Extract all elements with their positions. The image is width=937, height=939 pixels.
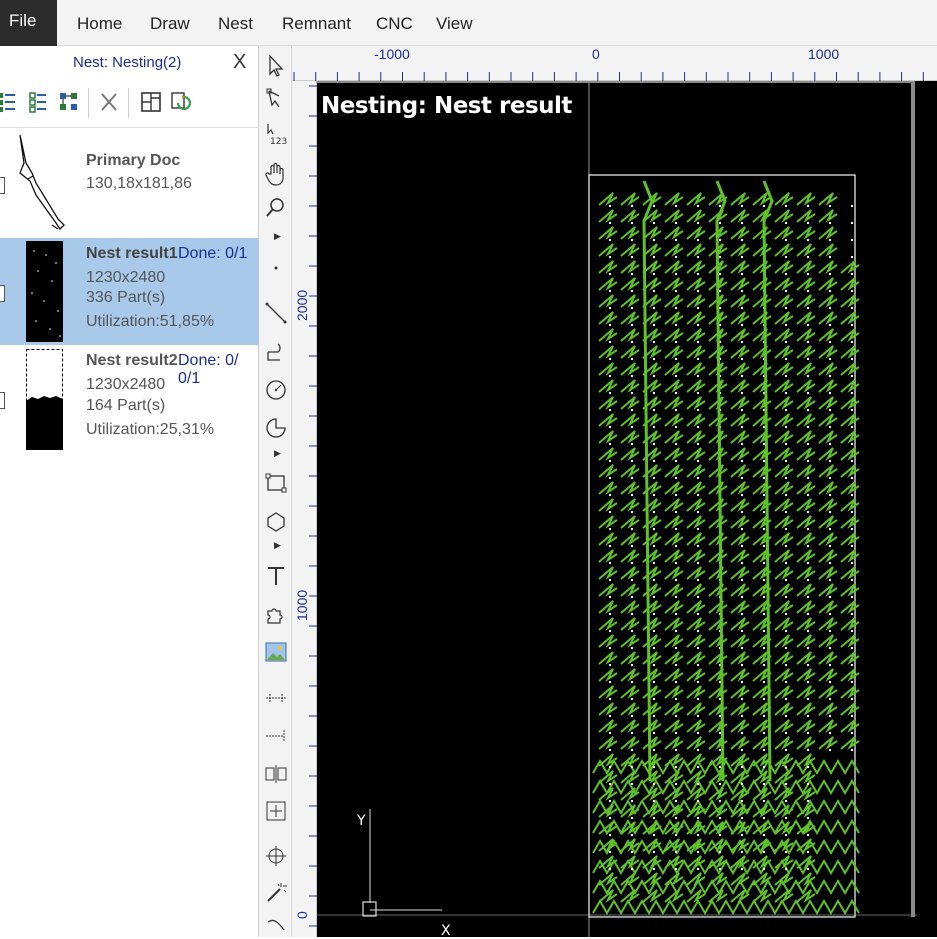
numbering-icon[interactable]: 123: [264, 122, 288, 146]
layout-icon[interactable]: [139, 90, 163, 114]
curve-tool-icon[interactable]: [264, 914, 288, 938]
doc-size: 130,18x181,86: [86, 175, 192, 192]
primary-doc-thumbnail: [19, 134, 65, 231]
doc-parts: 164 Part(s): [86, 397, 166, 414]
array-icon[interactable]: [264, 844, 288, 868]
ruler-label: 0: [592, 46, 600, 62]
doc-checkbox[interactable]: [0, 392, 5, 409]
nest-result1-thumbnail: [26, 241, 63, 342]
doc-checkbox[interactable]: [0, 177, 5, 194]
part-outlines: [592, 192, 860, 915]
list-view-icon[interactable]: [0, 90, 18, 114]
doc-utilization: Utilization:25,31%: [86, 421, 215, 438]
menu-cnc[interactable]: CNC: [376, 14, 413, 34]
panel-title: Nest: Nesting(2): [73, 54, 182, 71]
nested-parts: [592, 180, 860, 915]
arc-tool-icon[interactable]: [264, 416, 288, 440]
svg-text:123: 123: [270, 137, 287, 146]
doc-checkbox[interactable]: [0, 285, 5, 302]
menu-nest[interactable]: Nest: [218, 14, 253, 34]
rectangle-tool-icon[interactable]: [264, 471, 288, 495]
node-edit-icon[interactable]: [264, 88, 288, 112]
ruler-ticks: [309, 85, 317, 927]
line-tool-icon[interactable]: [264, 301, 288, 325]
doc-item-primary[interactable]: Primary Doc 130,18x181,86: [0, 130, 259, 238]
ruler-label: 0: [294, 911, 310, 919]
ruler-label: 1000: [808, 46, 840, 62]
menu-view[interactable]: View: [436, 14, 473, 34]
vertical-ruler: 2000 1000 0: [292, 81, 317, 937]
image-icon[interactable]: [264, 640, 288, 664]
doc-name: Primary Doc: [86, 152, 181, 169]
panel-toolbar: [0, 80, 259, 128]
doc-utilization: Utilization:51,85%: [86, 313, 215, 330]
circle-tool-icon[interactable]: [264, 378, 288, 402]
horizontal-ruler: -1000 0 1000: [292, 46, 937, 81]
nest-layout: [317, 81, 917, 937]
menu-remnant[interactable]: Remnant: [282, 14, 351, 34]
doc-parts: 336 Part(s): [86, 289, 166, 306]
doc-size: 1230x2480: [86, 269, 166, 286]
align-icon[interactable]: [264, 799, 288, 823]
nest-result2-thumbnail: [26, 349, 63, 450]
dimension-vertical-icon[interactable]: [264, 724, 288, 748]
canvas-frame: [317, 81, 915, 917]
axis-y-label: Y: [357, 813, 366, 829]
menu-file[interactable]: File: [0, 0, 57, 46]
refresh-icon[interactable]: [168, 90, 192, 114]
text-tool-icon[interactable]: [264, 564, 288, 588]
canvas-title: Nesting: Nest result: [321, 93, 572, 119]
expand-arrow-icon[interactable]: ▶: [274, 231, 281, 242]
zoom-icon[interactable]: [264, 196, 288, 220]
detail-list-icon[interactable]: [26, 90, 50, 114]
delete-icon[interactable]: [97, 90, 121, 114]
doc-done-status: Done: 0/1: [178, 245, 248, 262]
ruler-label: 1000: [294, 589, 310, 621]
puzzle-part-icon[interactable]: [264, 603, 288, 627]
doc-done-status: Done: 0/ 0/1: [178, 352, 239, 387]
ruler-label: -1000: [374, 46, 410, 62]
toolbar-separator: [128, 88, 129, 118]
ucs-origin-box: [362, 901, 377, 917]
expand-arrow-icon[interactable]: ▶: [274, 540, 281, 551]
nest-panel: Nest: Nesting(2) X Primary Doc 130,18x18…: [0, 46, 259, 937]
drawing-toolbar: 123: [259, 46, 292, 937]
polyline-icon[interactable]: [264, 340, 288, 364]
select-arrow-icon[interactable]: [264, 54, 288, 78]
doc-size: 1230x2480: [86, 376, 166, 393]
menu-bar: File Home Draw Nest Remnant CNC View: [0, 0, 937, 46]
tree-view-icon[interactable]: [57, 90, 81, 114]
point-icon[interactable]: [264, 256, 288, 280]
doc-name: Nest result2: [86, 352, 178, 369]
magic-wand-icon[interactable]: [264, 881, 288, 905]
pan-hand-icon[interactable]: [264, 162, 288, 186]
toolbar-separator: [88, 88, 89, 118]
menu-home[interactable]: Home: [77, 14, 122, 34]
drawing-canvas[interactable]: Nesting: Nest result Y X: [317, 81, 937, 939]
expand-arrow-icon[interactable]: ▶: [274, 448, 281, 459]
doc-name: Nest result1: [86, 245, 178, 262]
ruler-label: 2000: [294, 289, 310, 321]
polygon-tool-icon[interactable]: [264, 510, 288, 534]
close-icon[interactable]: X: [233, 51, 246, 74]
doc-item-nest-result1[interactable]: Nest result1 Done: 0/1 1230x2480 336 Par…: [0, 238, 259, 345]
dimension-horizontal-icon[interactable]: [264, 686, 288, 710]
menu-draw[interactable]: Draw: [150, 14, 190, 34]
mirror-icon[interactable]: [264, 762, 288, 786]
doc-item-nest-result2[interactable]: Nest result2 Done: 0/ 0/1 1230x2480 164 …: [0, 345, 259, 455]
